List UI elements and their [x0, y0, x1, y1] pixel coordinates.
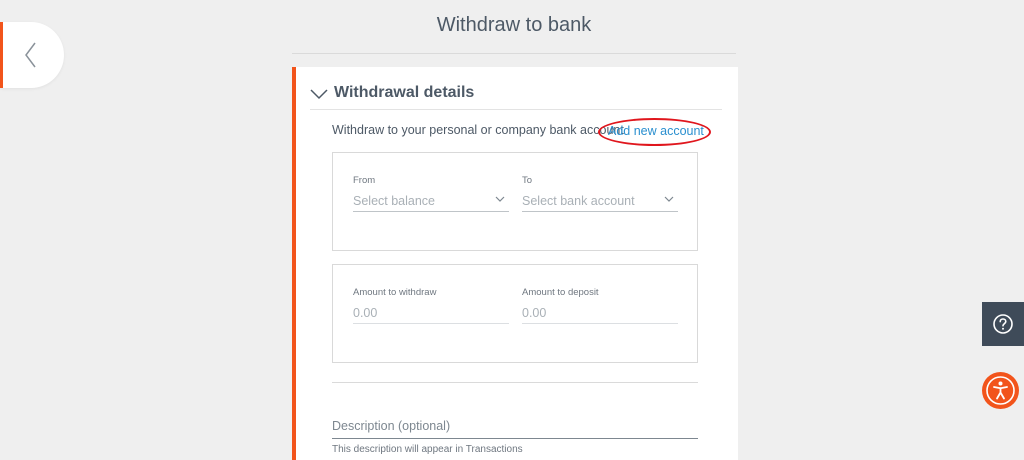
from-select[interactable]: Select balance	[353, 190, 509, 212]
chevron-down-icon	[664, 196, 674, 202]
to-select[interactable]: Select bank account	[522, 190, 678, 212]
section-divider	[332, 382, 698, 383]
description-input[interactable]: Description (optional)	[332, 419, 698, 439]
from-select-placeholder: Select balance	[353, 193, 436, 208]
intro-text: Withdraw to your personal or company ban…	[332, 123, 624, 137]
amount-deposit-value: 0.00	[522, 305, 547, 320]
amount-deposit-input[interactable]: 0.00	[522, 302, 678, 324]
chevron-left-icon	[24, 42, 36, 68]
from-label: From	[353, 175, 376, 186]
amount-withdraw-value: 0.00	[353, 305, 378, 320]
chevron-down-icon	[495, 196, 505, 202]
add-new-account-highlight: Add new account	[598, 118, 711, 146]
to-label: To	[522, 175, 533, 186]
accounts-panel: From Select balance To Select bank accou…	[332, 152, 698, 251]
description-help-text: This description will appear in Transact…	[332, 444, 523, 455]
title-divider	[292, 53, 736, 54]
chevron-down-icon	[310, 88, 328, 99]
amount-deposit-label: Amount to deposit	[522, 287, 599, 298]
help-button[interactable]	[982, 302, 1024, 346]
from-field: From Select balance	[353, 175, 509, 212]
amount-deposit-field: Amount to deposit 0.00	[522, 287, 678, 324]
description-placeholder: Description (optional)	[332, 419, 451, 433]
amount-withdraw-field: Amount to withdraw 0.00	[353, 287, 509, 324]
to-field: To Select bank account	[522, 175, 678, 212]
amount-withdraw-input[interactable]: 0.00	[353, 302, 509, 324]
withdrawal-details-header[interactable]: Withdrawal details	[310, 77, 722, 110]
add-new-account-link[interactable]: Add new account	[608, 124, 704, 138]
amount-withdraw-label: Amount to withdraw	[353, 287, 437, 298]
amounts-panel: Amount to withdraw 0.00 Amount to deposi…	[332, 264, 698, 363]
page-title: Withdraw to bank	[436, 14, 592, 36]
withdrawal-details-card: Withdrawal details Withdraw to your pers…	[292, 67, 738, 460]
card-title: Withdrawal details	[334, 84, 475, 101]
question-icon	[993, 314, 1013, 334]
accessibility-icon	[986, 376, 1015, 405]
to-select-placeholder: Select bank account	[522, 193, 635, 208]
accessibility-button[interactable]	[982, 372, 1019, 409]
back-button[interactable]	[0, 22, 64, 88]
